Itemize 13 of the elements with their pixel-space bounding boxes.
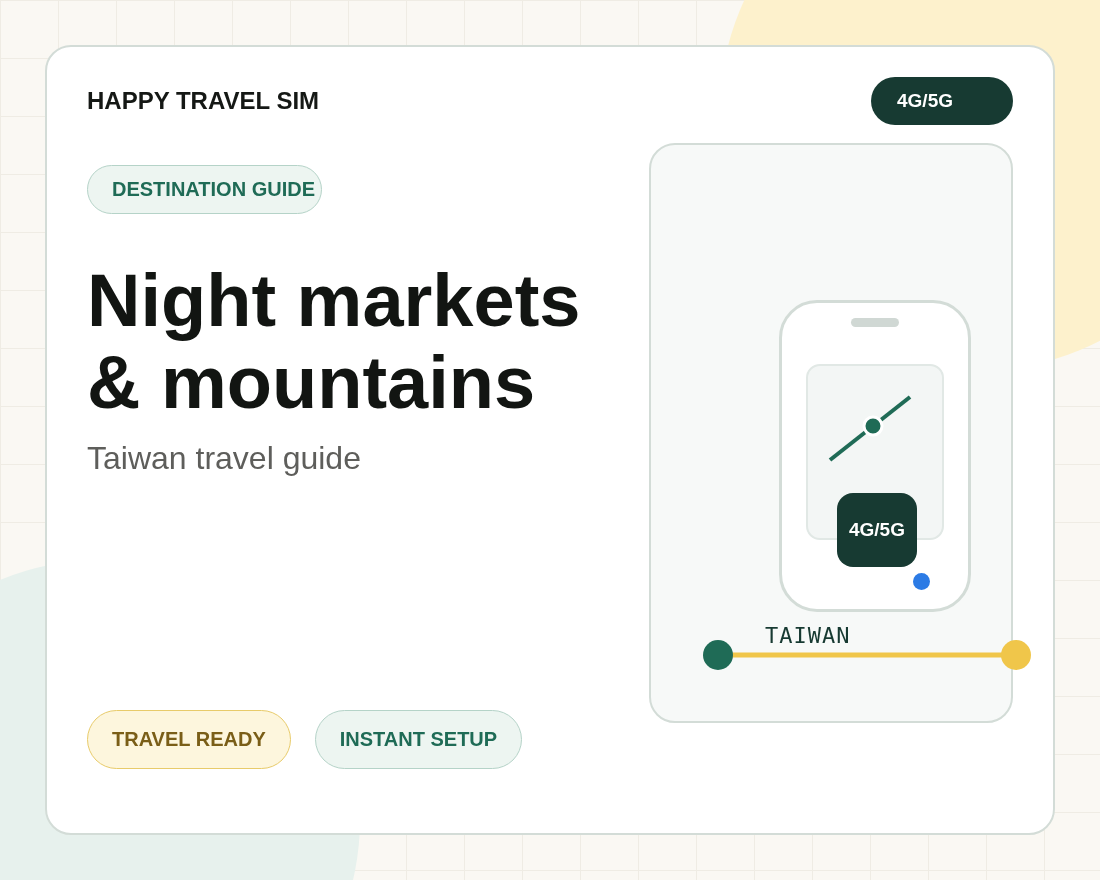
brand-name: HAPPY TRAVEL SIM	[87, 87, 320, 115]
feature-tag: TRAVEL READY	[87, 710, 291, 769]
eyebrow-pill: DESTINATION GUIDE	[87, 165, 322, 214]
feature-tag: INSTANT SETUP	[314, 710, 523, 769]
route-icon	[828, 394, 912, 464]
network-badge: 4G/5G	[871, 77, 1013, 125]
status-dot-icon	[913, 573, 930, 590]
headline: Night markets	[87, 260, 581, 342]
route-label: TAIWAN	[765, 623, 851, 648]
speaker-icon	[851, 318, 899, 327]
screen-badge: 4G/5G	[837, 493, 917, 567]
headline: & mountains	[87, 342, 537, 424]
subtitle: Taiwan travel guide	[87, 440, 361, 477]
